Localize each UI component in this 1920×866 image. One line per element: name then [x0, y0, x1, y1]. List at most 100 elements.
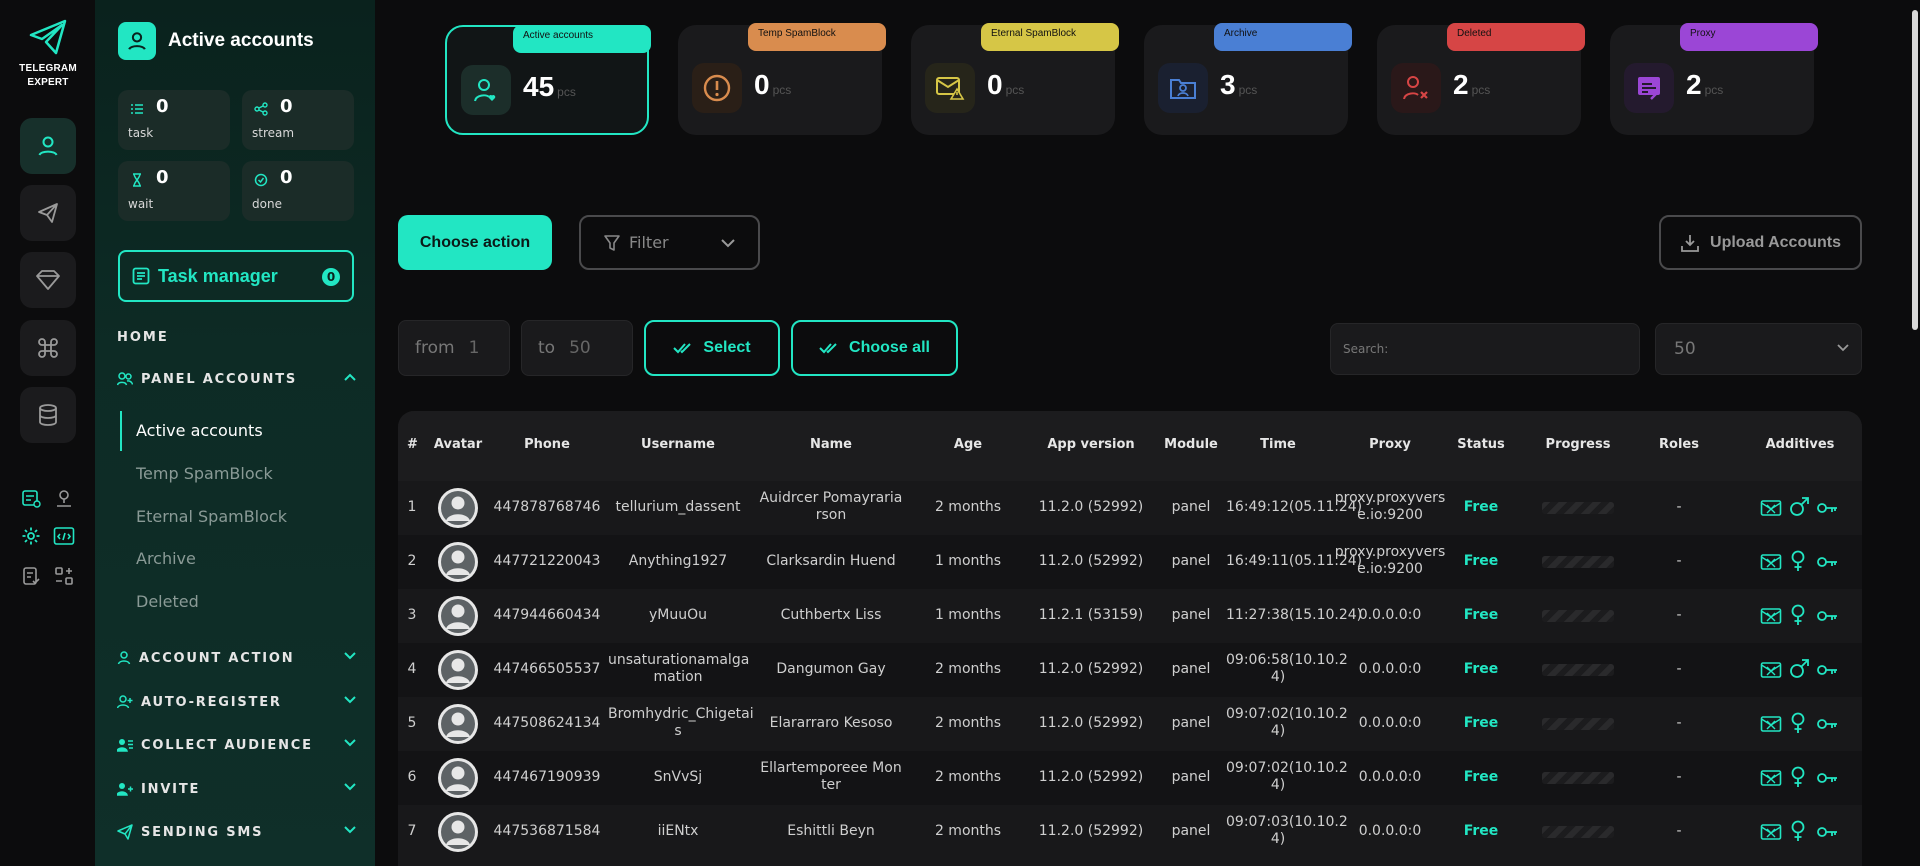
envelope-x-icon[interactable] [1760, 822, 1782, 842]
col-time[interactable]: Time [1226, 437, 1330, 452]
app-logo[interactable]: TELEGRAM EXPERT [12, 18, 84, 90]
paper-plane-icon [29, 19, 67, 55]
rail-gear-icon[interactable] [19, 524, 43, 548]
avatar[interactable] [438, 812, 478, 852]
select-button[interactable]: Select [644, 320, 780, 376]
rail-database-button[interactable] [20, 387, 76, 443]
choose-action-button[interactable]: Choose action [398, 215, 552, 270]
card-active-accounts[interactable]: Active accounts 45 pcs [445, 25, 651, 135]
avatar[interactable] [438, 596, 478, 636]
envelope-x-icon[interactable] [1760, 606, 1782, 626]
col-progress[interactable]: Progress [1536, 437, 1620, 452]
card-archive[interactable]: Archive 3 pcs [1144, 23, 1352, 135]
range-from-input[interactable]: from 1 [398, 320, 510, 376]
table-row[interactable]: 1 447878768746 tellurium_dassent Auidrcer P… [398, 481, 1862, 535]
scrollbar-thumb[interactable] [1912, 10, 1918, 330]
envelope-x-icon[interactable] [1760, 768, 1782, 788]
chevron-down-icon [344, 826, 356, 834]
table-row[interactable]: 4 447466505537 unsaturationamalga mation Dan… [398, 643, 1862, 697]
envelope-x-icon[interactable] [1760, 552, 1782, 572]
table-row[interactable]: 7 447536871584 iiENtx Eshittli Beyn 2 months… [398, 805, 1862, 859]
nav-sub-active-accounts[interactable]: Active accounts [136, 421, 263, 440]
female-icon[interactable] [1788, 712, 1808, 733]
col-roles[interactable]: Roles [1624, 437, 1734, 452]
female-icon[interactable] [1788, 820, 1808, 841]
key-icon[interactable] [1816, 660, 1837, 680]
female-icon[interactable] [1788, 766, 1808, 787]
table-row[interactable]: 5 447508624134 Bromhydric_Chigetai s Elararr… [398, 697, 1862, 751]
avatar[interactable] [438, 704, 478, 744]
col-module[interactable]: Module [1156, 437, 1226, 452]
task-manager-button[interactable]: Task manager 0 [118, 250, 354, 302]
col-additives[interactable]: Additives [1738, 437, 1862, 452]
col-name[interactable]: Name [756, 437, 906, 452]
cell-module-text: panel [1171, 715, 1211, 731]
rail-command-button[interactable] [20, 320, 76, 376]
card-deleted[interactable]: Deleted 2 pcs [1377, 23, 1585, 135]
col-phone[interactable]: Phone [492, 437, 602, 452]
card-proxy[interactable]: Proxy 2 pcs [1610, 23, 1818, 135]
key-icon[interactable] [1816, 552, 1837, 572]
col-number[interactable]: # [407, 437, 418, 452]
nav-sub-temp-spamblock[interactable]: Temp SpamBlock [136, 464, 273, 483]
nav-account-action[interactable]: ACCOUNT ACTION [117, 647, 357, 669]
nav-collect-audience[interactable]: COLLECT AUDIENCE [117, 734, 357, 756]
rail-user-location-icon[interactable] [52, 486, 76, 510]
key-icon[interactable] [1816, 606, 1837, 626]
col-status[interactable]: Status [1450, 437, 1512, 452]
avatar[interactable] [438, 488, 478, 528]
female-icon[interactable] [1788, 604, 1808, 625]
key-icon[interactable] [1816, 822, 1837, 842]
nav-sub-eternal-spamblock[interactable]: Eternal SpamBlock [136, 507, 287, 526]
nav-invite[interactable]: INVITE [117, 778, 357, 800]
search-input[interactable]: Search: [1330, 323, 1640, 375]
col-username[interactable]: Username [608, 437, 748, 452]
female-icon[interactable] [1788, 550, 1808, 571]
col-proxy[interactable]: Proxy [1334, 437, 1446, 452]
envelope-x-icon[interactable] [1760, 714, 1782, 734]
filter-dropdown[interactable]: Filter [579, 215, 760, 270]
col-age[interactable]: Age [910, 437, 1026, 452]
nav-home[interactable]: HOME [117, 330, 169, 345]
upload-accounts-button[interactable]: Upload Accounts [1659, 215, 1862, 270]
nav-sub-archive[interactable]: Archive [136, 549, 196, 568]
rail-checklist-icon[interactable] [19, 564, 43, 588]
rail-premium-button[interactable] [20, 252, 76, 308]
stat-wait: 0 wait [118, 161, 230, 221]
nav-panel-accounts[interactable]: PANEL ACCOUNTS [117, 368, 357, 390]
avatar[interactable] [438, 758, 478, 798]
envelope-x-icon[interactable] [1760, 660, 1782, 680]
key-icon[interactable] [1816, 714, 1837, 734]
male-icon[interactable] [1788, 658, 1809, 678]
avatar[interactable] [438, 542, 478, 582]
cell-proxy: 0.0.0.0:0 [1334, 661, 1446, 678]
range-to-input[interactable]: to 50 [521, 320, 633, 376]
page-scrollbar[interactable] [1910, 0, 1920, 866]
rail-grid-icon[interactable] [52, 564, 76, 588]
card-eternal-spamblock[interactable]: Eternal SpamBlock 0 pcs [911, 23, 1119, 135]
key-icon[interactable] [1816, 768, 1837, 788]
progress-bar [1542, 556, 1614, 568]
rail-code-icon[interactable] [52, 524, 76, 548]
choose-all-button[interactable]: Choose all [791, 320, 958, 376]
male-icon[interactable] [1788, 496, 1809, 516]
card-tag: Deleted [1447, 23, 1585, 51]
table-row[interactable]: 2 447721220043 Anything1927 Clarksardin Hue… [398, 535, 1862, 589]
key-icon[interactable] [1816, 498, 1837, 518]
table-row[interactable]: 6 447467190939 SnVvSj Ellartemporeee Mon ter… [398, 751, 1862, 805]
rail-list-settings-icon[interactable] [19, 486, 43, 510]
col-app-version[interactable]: App version [1030, 437, 1152, 452]
avatar[interactable] [438, 650, 478, 690]
nav-sub-deleted[interactable]: Deleted [136, 592, 199, 611]
chevron-down-icon [1837, 344, 1849, 352]
per-page-select[interactable]: 50 [1655, 323, 1862, 375]
rail-send-button[interactable] [20, 185, 76, 241]
nav-sending-sms[interactable]: SENDING SMS [117, 821, 357, 843]
nav-auto-register[interactable]: AUTO-REGISTER [117, 691, 357, 713]
logo-text-line2: EXPERT [27, 77, 69, 88]
envelope-x-icon[interactable] [1760, 498, 1782, 518]
card-temp-spamblock[interactable]: Temp SpamBlock 0 pcs [678, 23, 886, 135]
rail-accounts-button[interactable] [20, 118, 76, 174]
table-row[interactable]: 3 447944660434 yMuuOu Cuthbertx Liss 1 month… [398, 589, 1862, 643]
col-avatar[interactable]: Avatar [432, 437, 484, 452]
